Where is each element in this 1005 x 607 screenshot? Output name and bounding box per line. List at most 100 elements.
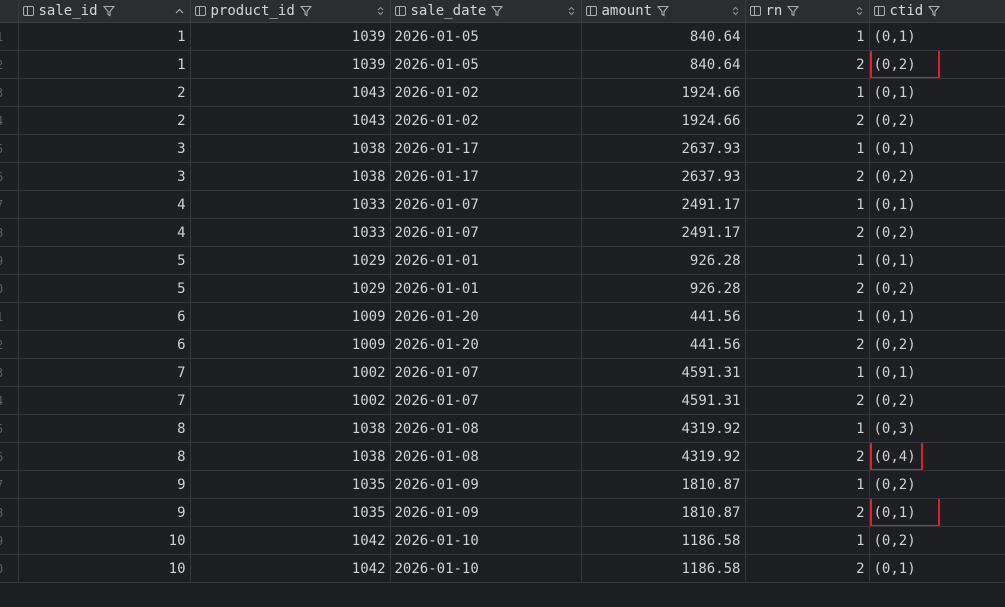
cell-product-id[interactable]: 1035: [190, 470, 391, 499]
table-row[interactable]: 3710022026-01-074591.311(0,1): [0, 358, 1005, 387]
filter-icon[interactable]: [102, 5, 115, 17]
cell-product-id[interactable]: 1033: [190, 190, 391, 219]
cell-product-id[interactable]: 1002: [190, 386, 391, 415]
cell-sale-id[interactable]: 7: [18, 358, 191, 387]
cell-sale-date[interactable]: 2026-01-17: [390, 134, 582, 163]
cell-sale-date[interactable]: 2026-01-02: [390, 78, 582, 107]
cell-ctid[interactable]: (0,1): [869, 246, 1005, 275]
filter-icon[interactable]: [787, 5, 800, 17]
cell-amount[interactable]: 4591.31: [581, 386, 746, 415]
cell-amount[interactable]: 441.56: [581, 302, 746, 331]
cell-rn[interactable]: 1: [745, 302, 870, 331]
table-row[interactable]: 7410332026-01-072491.171(0,1): [0, 190, 1005, 219]
cell-ctid[interactable]: (0,2): [869, 526, 1005, 555]
cell-amount[interactable]: 1186.58: [581, 554, 746, 583]
cell-amount[interactable]: 1924.66: [581, 78, 746, 107]
cell-sale-date[interactable]: 2026-01-01: [390, 246, 582, 275]
table-row[interactable]: 9510292026-01-01926.281(0,1): [0, 246, 1005, 275]
cell-amount[interactable]: 4591.31: [581, 358, 746, 387]
sort-ascending-icon[interactable]: [175, 8, 184, 14]
cell-ctid[interactable]: (0,2): [869, 218, 1005, 247]
cell-sale-id[interactable]: 10: [18, 554, 191, 583]
table-row[interactable]: 6310382026-01-172637.932(0,2): [0, 162, 1005, 191]
cell-sale-date[interactable]: 2026-01-01: [390, 274, 582, 303]
cell-ctid[interactable]: (0,1): [869, 22, 1005, 51]
cell-sale-id[interactable]: 9: [18, 470, 191, 499]
sort-toggle-icon[interactable]: [568, 6, 575, 16]
cell-product-id[interactable]: 1043: [190, 106, 391, 135]
cell-rn[interactable]: 2: [745, 106, 870, 135]
cell-sale-id[interactable]: 7: [18, 386, 191, 415]
cell-ctid[interactable]: (0,2): [869, 330, 1005, 359]
cell-rn[interactable]: 1: [745, 134, 870, 163]
table-row[interactable]: 6810382026-01-084319.922(0,4): [0, 442, 1005, 471]
table-row[interactable]: 1110392026-01-05840.641(0,1): [0, 22, 1005, 51]
cell-product-id[interactable]: 1029: [190, 274, 391, 303]
table-row[interactable]: 0510292026-01-01926.282(0,2): [0, 274, 1005, 303]
table-row[interactable]: 8910352026-01-091810.872(0,1): [0, 498, 1005, 527]
table-row[interactable]: 7910352026-01-091810.871(0,2): [0, 470, 1005, 499]
column-header-amount[interactable]: amount: [581, 0, 746, 23]
cell-sale-date[interactable]: 2026-01-07: [390, 386, 582, 415]
cell-amount[interactable]: 2491.17: [581, 190, 746, 219]
filter-icon[interactable]: [657, 5, 670, 17]
cell-rn[interactable]: 2: [745, 50, 870, 79]
cell-sale-id[interactable]: 2: [18, 106, 191, 135]
table-row[interactable]: 1610092026-01-20441.561(0,1): [0, 302, 1005, 331]
cell-amount[interactable]: 2491.17: [581, 218, 746, 247]
cell-rn[interactable]: 2: [745, 162, 870, 191]
cell-amount[interactable]: 926.28: [581, 246, 746, 275]
cell-amount[interactable]: 926.28: [581, 274, 746, 303]
cell-sale-date[interactable]: 2026-01-05: [390, 50, 582, 79]
cell-rn[interactable]: 2: [745, 218, 870, 247]
cell-sale-id[interactable]: 8: [18, 414, 191, 443]
cell-ctid[interactable]: (0,1): [869, 554, 1005, 583]
cell-sale-date[interactable]: 2026-01-10: [390, 526, 582, 555]
filter-icon[interactable]: [299, 5, 312, 17]
sort-toggle-icon[interactable]: [732, 6, 739, 16]
cell-amount[interactable]: 1810.87: [581, 498, 746, 527]
cell-amount[interactable]: 4319.92: [581, 442, 746, 471]
cell-rn[interactable]: 2: [745, 274, 870, 303]
cell-product-id[interactable]: 1038: [190, 442, 391, 471]
cell-sale-id[interactable]: 6: [18, 302, 191, 331]
cell-ctid[interactable]: (0,2): [869, 386, 1005, 415]
filter-icon[interactable]: [491, 5, 504, 17]
cell-sale-id[interactable]: 4: [18, 218, 191, 247]
cell-sale-date[interactable]: 2026-01-02: [390, 106, 582, 135]
cell-rn[interactable]: 2: [745, 554, 870, 583]
cell-sale-id[interactable]: 10: [18, 526, 191, 555]
cell-product-id[interactable]: 1043: [190, 78, 391, 107]
cell-rn[interactable]: 1: [745, 22, 870, 51]
sort-toggle-icon[interactable]: [377, 6, 384, 16]
cell-sale-id[interactable]: 3: [18, 134, 191, 163]
cell-ctid[interactable]: (0,4): [869, 442, 1005, 471]
table-row[interactable]: 5810382026-01-084319.921(0,3): [0, 414, 1005, 443]
cell-ctid[interactable]: (0,1): [869, 190, 1005, 219]
cell-sale-id[interactable]: 5: [18, 274, 191, 303]
cell-product-id[interactable]: 1038: [190, 162, 391, 191]
cell-sale-date[interactable]: 2026-01-08: [390, 414, 582, 443]
cell-sale-id[interactable]: 9: [18, 498, 191, 527]
cell-ctid[interactable]: (0,2): [869, 50, 1005, 79]
column-header-ctid[interactable]: ctid: [869, 0, 1005, 23]
cell-rn[interactable]: 1: [745, 358, 870, 387]
cell-amount[interactable]: 1810.87: [581, 470, 746, 499]
cell-sale-id[interactable]: 1: [18, 50, 191, 79]
cell-sale-date[interactable]: 2026-01-08: [390, 442, 582, 471]
table-row[interactable]: 3210432026-01-021924.661(0,1): [0, 78, 1005, 107]
cell-product-id[interactable]: 1002: [190, 358, 391, 387]
cell-rn[interactable]: 1: [745, 414, 870, 443]
cell-rn[interactable]: 1: [745, 190, 870, 219]
cell-sale-date[interactable]: 2026-01-20: [390, 302, 582, 331]
cell-amount[interactable]: 441.56: [581, 330, 746, 359]
cell-product-id[interactable]: 1009: [190, 330, 391, 359]
cell-ctid[interactable]: (0,1): [869, 358, 1005, 387]
filter-icon[interactable]: [928, 5, 941, 17]
cell-sale-date[interactable]: 2026-01-09: [390, 498, 582, 527]
cell-sale-date[interactable]: 2026-01-07: [390, 218, 582, 247]
table-row[interactable]: 2610092026-01-20441.562(0,2): [0, 330, 1005, 359]
cell-ctid[interactable]: (0,3): [869, 414, 1005, 443]
cell-sale-date[interactable]: 2026-01-07: [390, 190, 582, 219]
cell-amount[interactable]: 840.64: [581, 50, 746, 79]
